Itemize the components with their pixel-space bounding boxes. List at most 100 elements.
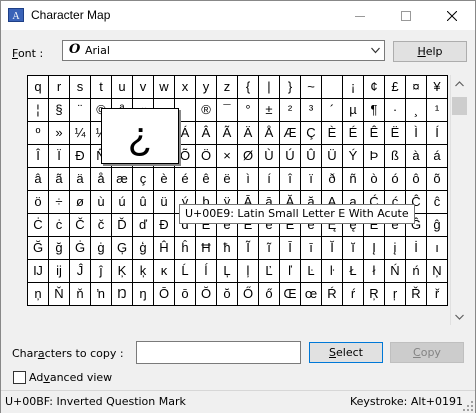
character-cell[interactable]: ō bbox=[174, 282, 196, 306]
character-cell[interactable]: ø bbox=[69, 190, 91, 214]
character-cell[interactable]: Ċ bbox=[27, 213, 49, 237]
character-cell[interactable]: È bbox=[321, 121, 343, 145]
character-cell[interactable]: Ĭ bbox=[321, 236, 343, 260]
advanced-view-checkbox[interactable] bbox=[13, 371, 26, 384]
character-cell[interactable]: r bbox=[48, 75, 70, 99]
character-cell[interactable]: Ő bbox=[237, 282, 259, 306]
character-cell[interactable]: Ī bbox=[279, 236, 301, 260]
character-cell[interactable]: û bbox=[132, 190, 154, 214]
character-cell[interactable]: ı bbox=[426, 236, 448, 260]
character-cell[interactable]: Å bbox=[258, 121, 280, 145]
character-cell[interactable]: ö bbox=[27, 190, 49, 214]
character-cell[interactable]: Ģ bbox=[111, 236, 133, 260]
character-cell[interactable]: ġ bbox=[90, 236, 112, 260]
select-button[interactable]: Select bbox=[309, 342, 383, 363]
character-cell[interactable]: ú bbox=[111, 190, 133, 214]
character-cell[interactable]: Ú bbox=[279, 144, 301, 168]
character-cell[interactable]: İ bbox=[405, 236, 427, 260]
character-cell[interactable]: ĵ bbox=[90, 259, 112, 283]
character-cell[interactable]: ê bbox=[195, 167, 217, 191]
grid-scrollbar[interactable] bbox=[450, 75, 468, 325]
character-cell[interactable]: × bbox=[216, 144, 238, 168]
character-cell[interactable]: u bbox=[111, 75, 133, 99]
character-cell[interactable]: ù bbox=[90, 190, 112, 214]
character-cell[interactable]: ĺ bbox=[195, 259, 217, 283]
character-cell[interactable]: Ĩ bbox=[237, 236, 259, 260]
character-cell[interactable]: w bbox=[153, 75, 175, 99]
character-cell[interactable]: Ë bbox=[384, 121, 406, 145]
character-cell[interactable]: Ĥ bbox=[153, 236, 175, 260]
character-cell[interactable]: ð bbox=[321, 167, 343, 191]
character-cell[interactable]: à bbox=[405, 144, 427, 168]
character-cell[interactable]: Ì bbox=[405, 121, 427, 145]
character-cell[interactable]: ŏ bbox=[216, 282, 238, 306]
character-cell[interactable]: · bbox=[384, 98, 406, 122]
character-cell[interactable]: õ bbox=[426, 167, 448, 191]
character-cell[interactable]: ¨ bbox=[69, 98, 91, 122]
character-cell[interactable]: Ľ bbox=[258, 259, 280, 283]
character-cell[interactable]: ~ bbox=[300, 75, 322, 99]
character-cell[interactable]: ó bbox=[384, 167, 406, 191]
character-cell[interactable]: § bbox=[48, 98, 70, 122]
character-cell[interactable]: å bbox=[90, 167, 112, 191]
character-cell[interactable]: Ō bbox=[153, 282, 175, 306]
character-cell[interactable]: Î bbox=[27, 144, 49, 168]
character-cell[interactable]: ħ bbox=[216, 236, 238, 260]
character-cell[interactable]: Û bbox=[300, 144, 322, 168]
character-cell[interactable]: ĩ bbox=[258, 236, 280, 260]
character-cell[interactable]: s bbox=[69, 75, 91, 99]
character-cell[interactable]: v bbox=[132, 75, 154, 99]
character-cell[interactable]: ŀ bbox=[321, 259, 343, 283]
character-cell[interactable]: î bbox=[279, 167, 301, 191]
character-cell[interactable]: Ņ bbox=[426, 259, 448, 283]
character-cell[interactable]: Ĺ bbox=[174, 259, 196, 283]
character-cell[interactable]: č bbox=[90, 213, 112, 237]
character-cell[interactable]: Æ bbox=[279, 121, 301, 145]
character-cell[interactable]: ¢ bbox=[363, 75, 385, 99]
character-cell[interactable]: ř bbox=[426, 282, 448, 306]
character-cell[interactable]: Ø bbox=[237, 144, 259, 168]
character-cell[interactable]: ŗ bbox=[384, 282, 406, 306]
character-cell[interactable]: Ġ bbox=[69, 236, 91, 260]
character-cell[interactable]: á bbox=[426, 144, 448, 168]
character-cell[interactable]: ü bbox=[153, 190, 175, 214]
character-cell[interactable]: Œ bbox=[279, 282, 301, 306]
character-cell[interactable]: ń bbox=[405, 259, 427, 283]
character-cell[interactable]: ë bbox=[216, 167, 238, 191]
help-button[interactable]: Help bbox=[393, 41, 467, 62]
character-cell[interactable]: { bbox=[237, 75, 259, 99]
character-cell[interactable]: ã bbox=[48, 167, 70, 191]
title-bar[interactable]: A Character Map bbox=[1, 1, 475, 30]
character-cell[interactable]: é bbox=[174, 167, 196, 191]
character-cell[interactable]: Ã bbox=[216, 121, 238, 145]
character-cell[interactable]: Į bbox=[363, 236, 385, 260]
character-cell[interactable]: Ç bbox=[300, 121, 322, 145]
character-cell[interactable]: Ŕ bbox=[321, 282, 343, 306]
character-cell[interactable]: » bbox=[48, 121, 70, 145]
character-cell[interactable]: Þ bbox=[363, 144, 385, 168]
character-cell[interactable]: q bbox=[27, 75, 49, 99]
character-cell[interactable]: ĉ bbox=[426, 190, 448, 214]
character-cell[interactable]: ¥ bbox=[426, 75, 448, 99]
character-cell[interactable]: ł bbox=[363, 259, 385, 283]
font-dropdown[interactable]: O Arial bbox=[62, 40, 385, 61]
character-cell[interactable]: ® bbox=[195, 98, 217, 122]
character-cell[interactable]: } bbox=[279, 75, 301, 99]
character-cell[interactable]: Ï bbox=[48, 144, 70, 168]
character-cell[interactable]: Â bbox=[195, 121, 217, 145]
character-cell[interactable]: Ğ bbox=[27, 236, 49, 260]
character-cell[interactable]: ĥ bbox=[174, 236, 196, 260]
character-cell[interactable]: ä bbox=[69, 167, 91, 191]
character-cell[interactable]: ŉ bbox=[90, 282, 112, 306]
character-cell[interactable]: ő bbox=[258, 282, 280, 306]
character-cell[interactable]: x bbox=[174, 75, 196, 99]
character-cell[interactable]: ď bbox=[132, 213, 154, 237]
character-cell[interactable]: Č bbox=[69, 213, 91, 237]
character-cell[interactable]: ñ bbox=[342, 167, 364, 191]
character-cell[interactable]: ´ bbox=[321, 98, 343, 122]
character-cell[interactable]: Ù bbox=[258, 144, 280, 168]
character-cell[interactable]: y bbox=[195, 75, 217, 99]
scroll-thumb[interactable] bbox=[452, 97, 467, 115]
character-cell[interactable]: ç bbox=[132, 167, 154, 191]
character-cell[interactable] bbox=[321, 75, 343, 99]
